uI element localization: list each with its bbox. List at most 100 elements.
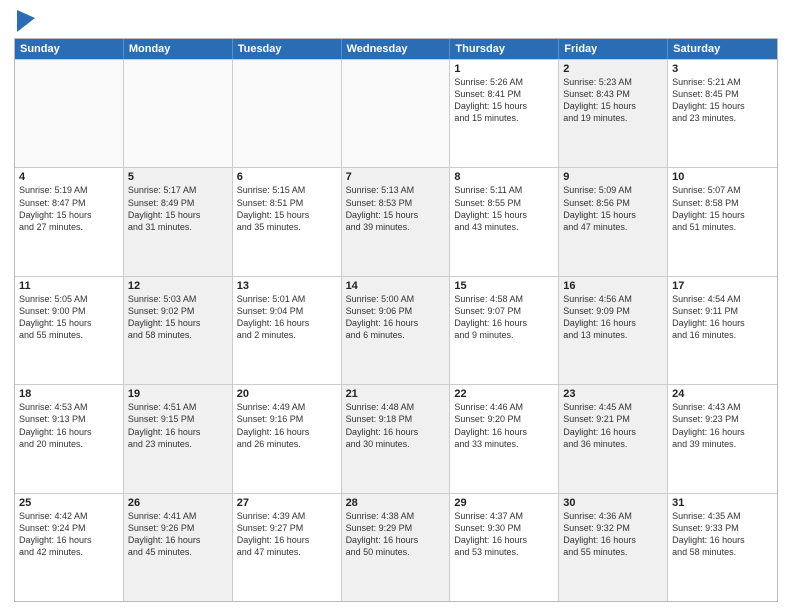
calendar-cell-8: 8Sunrise: 5:11 AM Sunset: 8:55 PM Daylig… <box>450 168 559 275</box>
cell-details: Sunrise: 5:11 AM Sunset: 8:55 PM Dayligh… <box>454 184 554 233</box>
day-number: 16 <box>563 280 663 292</box>
day-number: 7 <box>346 171 446 183</box>
cell-details: Sunrise: 4:42 AM Sunset: 9:24 PM Dayligh… <box>19 510 119 559</box>
cell-details: Sunrise: 4:45 AM Sunset: 9:21 PM Dayligh… <box>563 401 663 450</box>
day-number: 13 <box>237 280 337 292</box>
cell-details: Sunrise: 4:48 AM Sunset: 9:18 PM Dayligh… <box>346 401 446 450</box>
calendar-cell-empty-0-0 <box>15 60 124 167</box>
calendar-cell-30: 30Sunrise: 4:36 AM Sunset: 9:32 PM Dayli… <box>559 494 668 601</box>
day-number: 21 <box>346 388 446 400</box>
cell-details: Sunrise: 4:53 AM Sunset: 9:13 PM Dayligh… <box>19 401 119 450</box>
calendar-cell-20: 20Sunrise: 4:49 AM Sunset: 9:16 PM Dayli… <box>233 385 342 492</box>
calendar-row-5: 25Sunrise: 4:42 AM Sunset: 9:24 PM Dayli… <box>15 493 777 601</box>
calendar-cell-23: 23Sunrise: 4:45 AM Sunset: 9:21 PM Dayli… <box>559 385 668 492</box>
day-number: 14 <box>346 280 446 292</box>
cell-details: Sunrise: 4:49 AM Sunset: 9:16 PM Dayligh… <box>237 401 337 450</box>
cell-details: Sunrise: 4:41 AM Sunset: 9:26 PM Dayligh… <box>128 510 228 559</box>
calendar-cell-7: 7Sunrise: 5:13 AM Sunset: 8:53 PM Daylig… <box>342 168 451 275</box>
cell-details: Sunrise: 5:26 AM Sunset: 8:41 PM Dayligh… <box>454 76 554 125</box>
day-number: 17 <box>672 280 773 292</box>
logo-icon <box>17 10 35 32</box>
calendar-cell-10: 10Sunrise: 5:07 AM Sunset: 8:58 PM Dayli… <box>668 168 777 275</box>
cell-details: Sunrise: 5:07 AM Sunset: 8:58 PM Dayligh… <box>672 184 773 233</box>
day-number: 3 <box>672 63 773 75</box>
day-number: 29 <box>454 497 554 509</box>
calendar-cell-empty-0-2 <box>233 60 342 167</box>
cell-details: Sunrise: 4:46 AM Sunset: 9:20 PM Dayligh… <box>454 401 554 450</box>
calendar-cell-25: 25Sunrise: 4:42 AM Sunset: 9:24 PM Dayli… <box>15 494 124 601</box>
calendar-header: SundayMondayTuesdayWednesdayThursdayFrid… <box>15 39 777 59</box>
calendar-cell-22: 22Sunrise: 4:46 AM Sunset: 9:20 PM Dayli… <box>450 385 559 492</box>
header-cell-monday: Monday <box>124 39 233 59</box>
calendar-row-1: 1Sunrise: 5:26 AM Sunset: 8:41 PM Daylig… <box>15 59 777 167</box>
calendar-row-4: 18Sunrise: 4:53 AM Sunset: 9:13 PM Dayli… <box>15 384 777 492</box>
calendar-cell-11: 11Sunrise: 5:05 AM Sunset: 9:00 PM Dayli… <box>15 277 124 384</box>
calendar-cell-16: 16Sunrise: 4:56 AM Sunset: 9:09 PM Dayli… <box>559 277 668 384</box>
calendar-cell-24: 24Sunrise: 4:43 AM Sunset: 9:23 PM Dayli… <box>668 385 777 492</box>
calendar-row-3: 11Sunrise: 5:05 AM Sunset: 9:00 PM Dayli… <box>15 276 777 384</box>
calendar-cell-5: 5Sunrise: 5:17 AM Sunset: 8:49 PM Daylig… <box>124 168 233 275</box>
day-number: 25 <box>19 497 119 509</box>
day-number: 1 <box>454 63 554 75</box>
day-number: 2 <box>563 63 663 75</box>
cell-details: Sunrise: 4:51 AM Sunset: 9:15 PM Dayligh… <box>128 401 228 450</box>
cell-details: Sunrise: 5:13 AM Sunset: 8:53 PM Dayligh… <box>346 184 446 233</box>
day-number: 12 <box>128 280 228 292</box>
cell-details: Sunrise: 4:35 AM Sunset: 9:33 PM Dayligh… <box>672 510 773 559</box>
calendar-body: 1Sunrise: 5:26 AM Sunset: 8:41 PM Daylig… <box>15 59 777 601</box>
cell-details: Sunrise: 4:56 AM Sunset: 9:09 PM Dayligh… <box>563 293 663 342</box>
calendar-cell-29: 29Sunrise: 4:37 AM Sunset: 9:30 PM Dayli… <box>450 494 559 601</box>
calendar-cell-21: 21Sunrise: 4:48 AM Sunset: 9:18 PM Dayli… <box>342 385 451 492</box>
calendar-cell-17: 17Sunrise: 4:54 AM Sunset: 9:11 PM Dayli… <box>668 277 777 384</box>
cell-details: Sunrise: 5:03 AM Sunset: 9:02 PM Dayligh… <box>128 293 228 342</box>
day-number: 20 <box>237 388 337 400</box>
header-cell-wednesday: Wednesday <box>342 39 451 59</box>
day-number: 23 <box>563 388 663 400</box>
calendar-cell-4: 4Sunrise: 5:19 AM Sunset: 8:47 PM Daylig… <box>15 168 124 275</box>
calendar-cell-18: 18Sunrise: 4:53 AM Sunset: 9:13 PM Dayli… <box>15 385 124 492</box>
calendar-cell-1: 1Sunrise: 5:26 AM Sunset: 8:41 PM Daylig… <box>450 60 559 167</box>
day-number: 22 <box>454 388 554 400</box>
cell-details: Sunrise: 4:36 AM Sunset: 9:32 PM Dayligh… <box>563 510 663 559</box>
calendar-cell-19: 19Sunrise: 4:51 AM Sunset: 9:15 PM Dayli… <box>124 385 233 492</box>
cell-details: Sunrise: 5:17 AM Sunset: 8:49 PM Dayligh… <box>128 184 228 233</box>
day-number: 26 <box>128 497 228 509</box>
calendar-cell-3: 3Sunrise: 5:21 AM Sunset: 8:45 PM Daylig… <box>668 60 777 167</box>
calendar-row-2: 4Sunrise: 5:19 AM Sunset: 8:47 PM Daylig… <box>15 167 777 275</box>
calendar-cell-28: 28Sunrise: 4:38 AM Sunset: 9:29 PM Dayli… <box>342 494 451 601</box>
header-cell-friday: Friday <box>559 39 668 59</box>
cell-details: Sunrise: 5:19 AM Sunset: 8:47 PM Dayligh… <box>19 184 119 233</box>
calendar-cell-12: 12Sunrise: 5:03 AM Sunset: 9:02 PM Dayli… <box>124 277 233 384</box>
header-cell-thursday: Thursday <box>450 39 559 59</box>
cell-details: Sunrise: 5:15 AM Sunset: 8:51 PM Dayligh… <box>237 184 337 233</box>
day-number: 15 <box>454 280 554 292</box>
day-number: 9 <box>563 171 663 183</box>
calendar-cell-2: 2Sunrise: 5:23 AM Sunset: 8:43 PM Daylig… <box>559 60 668 167</box>
day-number: 19 <box>128 388 228 400</box>
day-number: 18 <box>19 388 119 400</box>
cell-details: Sunrise: 4:58 AM Sunset: 9:07 PM Dayligh… <box>454 293 554 342</box>
day-number: 6 <box>237 171 337 183</box>
day-number: 5 <box>128 171 228 183</box>
day-number: 27 <box>237 497 337 509</box>
calendar-cell-empty-0-1 <box>124 60 233 167</box>
calendar-cell-empty-0-3 <box>342 60 451 167</box>
cell-details: Sunrise: 4:38 AM Sunset: 9:29 PM Dayligh… <box>346 510 446 559</box>
page: SundayMondayTuesdayWednesdayThursdayFrid… <box>0 0 792 612</box>
header <box>14 10 778 32</box>
calendar-cell-9: 9Sunrise: 5:09 AM Sunset: 8:56 PM Daylig… <box>559 168 668 275</box>
cell-details: Sunrise: 5:23 AM Sunset: 8:43 PM Dayligh… <box>563 76 663 125</box>
header-cell-saturday: Saturday <box>668 39 777 59</box>
cell-details: Sunrise: 5:21 AM Sunset: 8:45 PM Dayligh… <box>672 76 773 125</box>
cell-details: Sunrise: 5:00 AM Sunset: 9:06 PM Dayligh… <box>346 293 446 342</box>
day-number: 8 <box>454 171 554 183</box>
cell-details: Sunrise: 4:43 AM Sunset: 9:23 PM Dayligh… <box>672 401 773 450</box>
header-cell-tuesday: Tuesday <box>233 39 342 59</box>
day-number: 24 <box>672 388 773 400</box>
calendar-cell-26: 26Sunrise: 4:41 AM Sunset: 9:26 PM Dayli… <box>124 494 233 601</box>
cell-details: Sunrise: 5:05 AM Sunset: 9:00 PM Dayligh… <box>19 293 119 342</box>
cell-details: Sunrise: 4:37 AM Sunset: 9:30 PM Dayligh… <box>454 510 554 559</box>
logo <box>14 10 35 32</box>
calendar-cell-6: 6Sunrise: 5:15 AM Sunset: 8:51 PM Daylig… <box>233 168 342 275</box>
cell-details: Sunrise: 5:01 AM Sunset: 9:04 PM Dayligh… <box>237 293 337 342</box>
